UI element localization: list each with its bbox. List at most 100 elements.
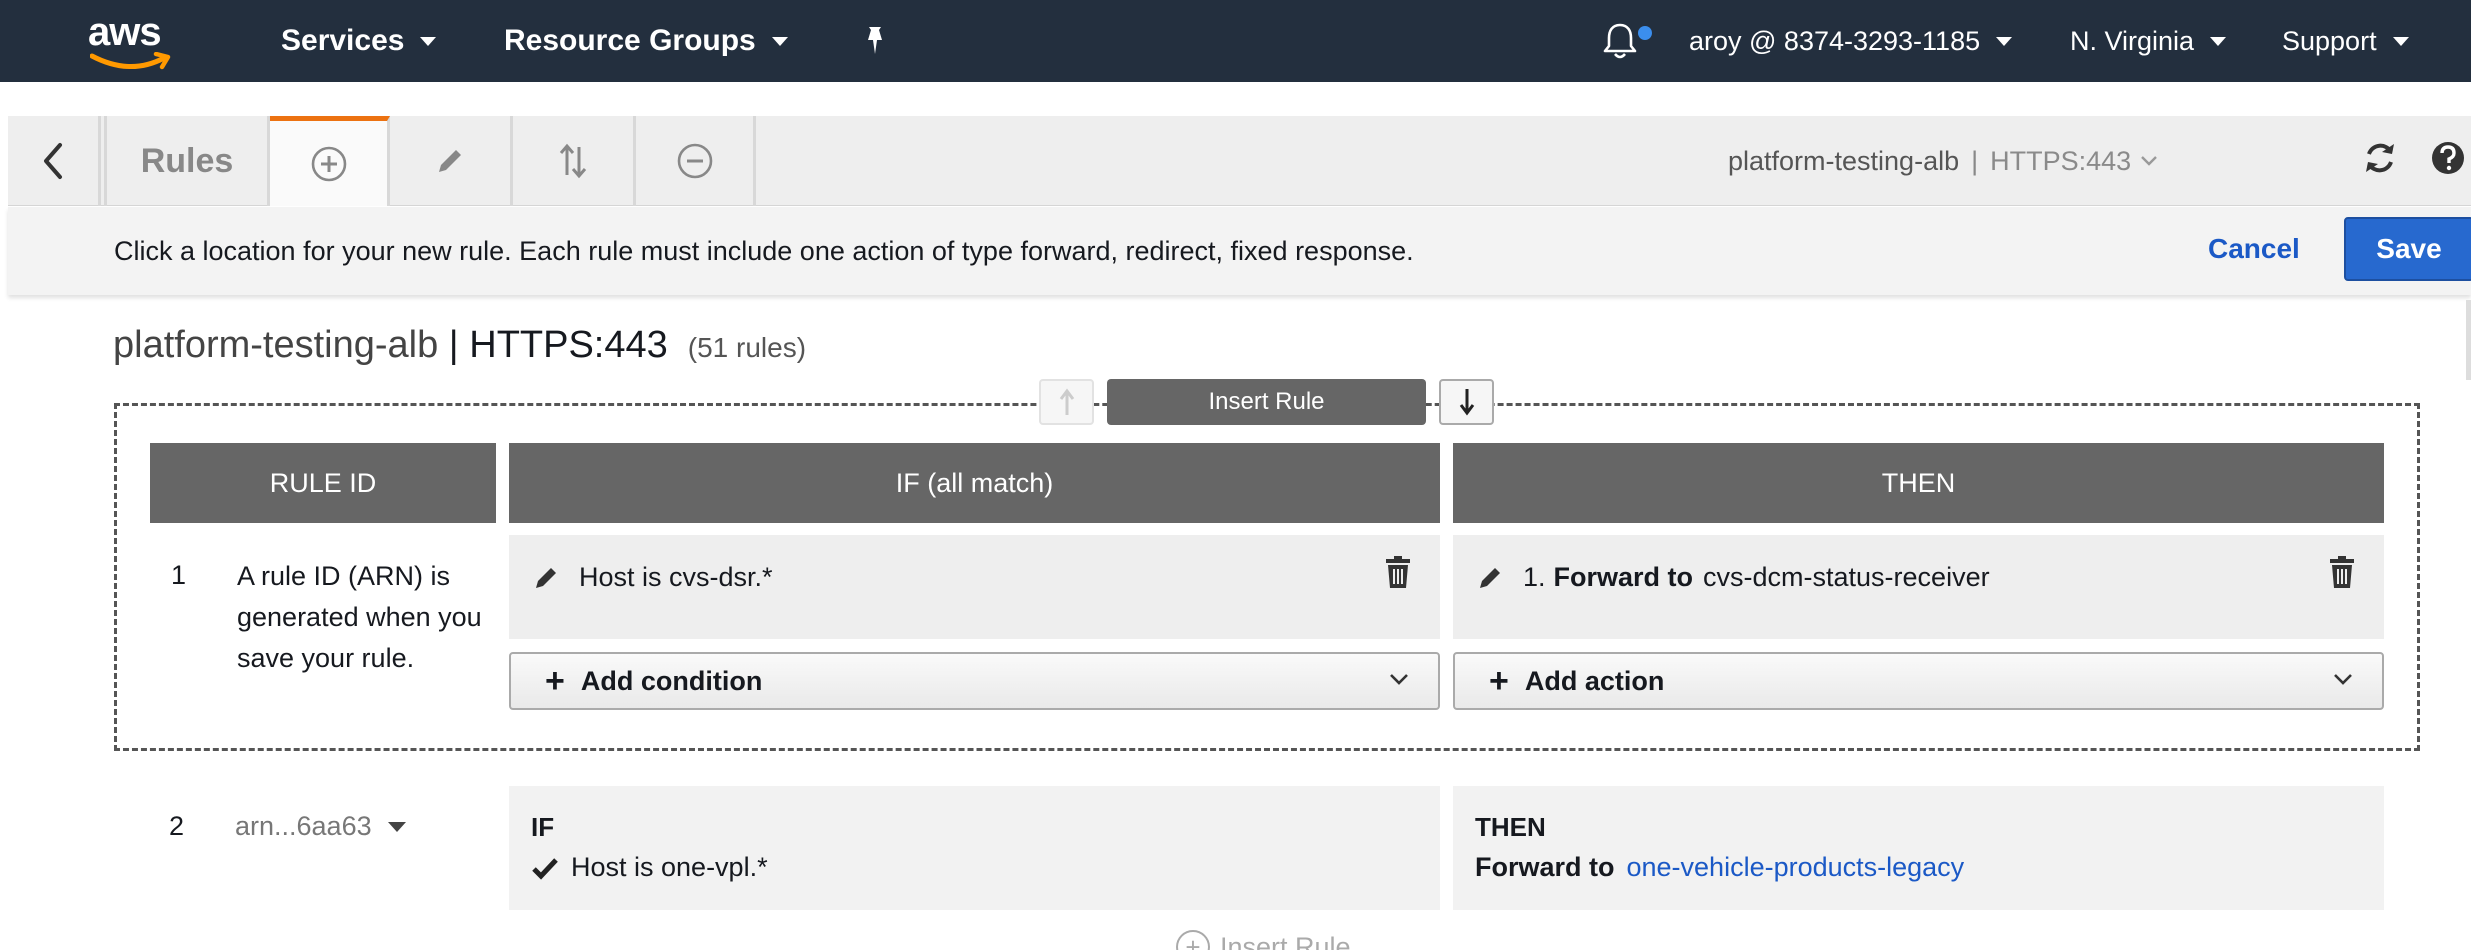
chevron-down-icon [2210,36,2227,46]
help-icon [2432,142,2464,174]
rule-2-condition: Host is one-vpl.* [571,852,768,882]
rules-toolbar: Rules platform-testing-alb | HTTPS:443 [8,116,2471,206]
cancel-button[interactable]: Cancel [2208,233,2300,265]
pencil-icon [1480,568,1500,588]
rule-2-arn-toggle[interactable]: arn...6aa63 [235,811,406,842]
add-action-label: Add action [1524,665,1665,696]
chevron-down-icon [420,36,437,46]
add-circle-icon [311,146,346,181]
trash-icon[interactable] [2327,555,2357,589]
rules-tab[interactable]: Rules [104,116,270,206]
delete-rule-tool[interactable] [636,116,756,206]
caret-down-icon [387,821,406,832]
rule-1-condition: Host is cvs-dsr.* [509,535,1440,639]
if-column-header: IF (all match) [509,443,1440,523]
chevron-down-icon [2392,36,2409,46]
condition-text: Host is cvs-dsr.* [579,561,773,592]
remove-circle-icon [677,143,712,179]
rule-2-actions: THEN Forward to one-vehicle-products-leg… [1453,786,2384,910]
chevron-down-icon [771,36,788,46]
reorder-icon [559,143,587,179]
rule-1-number: 1 [171,560,187,590]
insert-rule-label: Insert Rule [1107,379,1426,425]
listener-title-name: platform-testing-alb [113,324,439,366]
add-rule-tool[interactable] [270,116,390,206]
listener-selector[interactable]: platform-testing-alb | HTTPS:443 [1728,116,2159,206]
target-group-link[interactable]: one-vehicle-products-legacy [1627,852,1965,883]
listener-title-port: HTTPS:443 [469,324,668,366]
rule-2-action-verb: Forward to [1475,852,1615,882]
pin-button[interactable] [860,0,890,82]
arrow-up-icon [1059,388,1074,415]
account-menu[interactable]: aroy @ 8374-3293-1185 [1689,0,2013,82]
rule-2-condition-line: Host is one-vpl.* [531,852,768,883]
listener-title: platform-testing-alb | HTTPS:443 (51 rul… [113,324,806,367]
insert-rule-bottom-label: Insert Rule [1220,931,1351,950]
check-icon [532,857,558,880]
listener-title-separator: | [438,324,470,366]
top-navigation: aws Services Resource Groups aroy @ 8374… [0,0,2471,82]
insert-instructions: Click a location for your new rule. Each… [114,235,1414,266]
action-target: cvs-dcm-status-receiver [1703,561,1990,592]
chevron-down-icon [2141,156,2158,166]
add-condition-button[interactable]: + Add condition [509,652,1440,710]
back-button[interactable] [8,116,101,206]
listener-port: HTTPS:443 [1990,145,2132,176]
then-column-header: THEN [1453,443,2384,523]
add-condition-label: Add condition [580,665,763,696]
action-index: 1. [1523,561,1546,592]
aws-logo[interactable]: aws [88,12,178,72]
trash-icon[interactable] [1383,555,1413,589]
chevron-down-icon [1390,674,1408,685]
insert-rule-bottom[interactable]: + Insert Rule [1176,930,1351,950]
listener-name: platform-testing-alb [1728,145,1960,176]
rule-1-id-note: A rule ID (ARN) is generated when you sa… [237,561,482,673]
support-menu[interactable]: Support [2282,0,2409,82]
resource-groups-menu[interactable]: Resource Groups [504,0,788,82]
region-menu[interactable]: N. Virginia [2070,0,2227,82]
save-button[interactable]: Save [2344,217,2471,281]
aws-smile-icon [90,52,171,70]
chevron-down-icon [1996,36,2013,46]
plus-icon: + [1489,661,1509,700]
add-action-button[interactable]: + Add action [1453,652,2384,710]
pencil-icon [439,150,461,172]
aws-logo-text: aws [88,10,162,54]
chevron-down-icon [2334,674,2352,685]
rule-id-column-header: RULE ID [150,443,496,523]
scrollbar[interactable] [2466,300,2471,380]
bell-icon [1603,23,1637,59]
chevron-left-icon [44,143,62,179]
arrow-down-icon [1459,389,1474,416]
reorder-rules-tool[interactable] [513,116,636,206]
edit-rule-tool[interactable] [390,116,513,206]
rule-2-number: 2 [169,811,185,841]
rule-2-if-heading: IF [531,812,555,842]
rule-2-action-line: Forward to one-vehicle-products-legacy [1475,852,1964,883]
condition-row[interactable]: Host is cvs-dsr.* [533,557,773,597]
insert-rule-infobar: Click a location for your new rule. Each… [8,207,2471,295]
rule-count: (51 rules) [687,332,807,363]
insert-below-button[interactable] [1439,379,1494,425]
refresh-icon [2366,143,2394,173]
services-menu[interactable]: Services [281,0,437,82]
account-label: aroy @ 8374-3293-1185 [1689,25,1981,56]
rule-2-arn: arn...6aa63 [235,811,372,841]
notifications-button[interactable] [1600,0,1652,82]
rule-2-then-heading: THEN [1475,812,1546,842]
refresh-button[interactable] [2360,138,2404,182]
add-circle-icon: + [1176,930,1210,950]
help-button[interactable] [2428,138,2471,182]
listener-separator: | [1971,145,1979,176]
rule-2-conditions: IF Host is one-vpl.* [509,786,1440,910]
region-label: N. Virginia [2070,25,2195,56]
pencil-icon [536,568,556,588]
insert-above-button[interactable] [1039,379,1094,425]
resource-groups-label: Resource Groups [504,24,756,57]
pin-icon [868,27,882,54]
action-verb: Forward to [1553,561,1694,592]
action-row[interactable]: 1. Forward to cvs-dcm-status-receiver [1477,557,1990,597]
rules-tab-label: Rules [140,141,234,180]
rule-1-action: 1. Forward to cvs-dcm-status-receiver [1453,535,2384,639]
plus-icon: + [545,661,565,700]
